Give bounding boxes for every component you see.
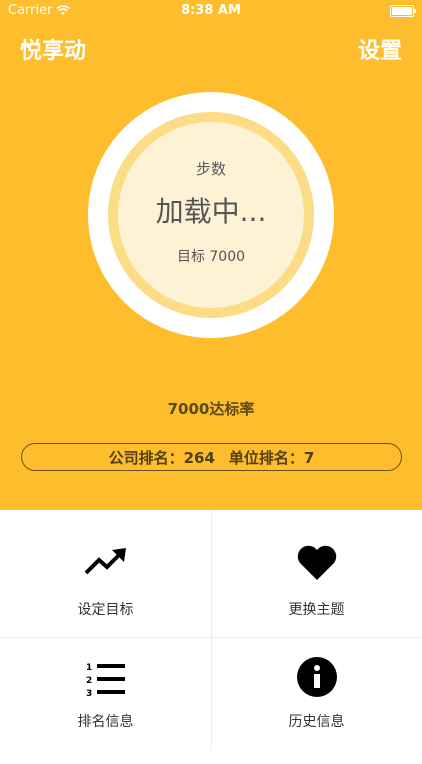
battery-icon (390, 5, 416, 17)
ranking-pill[interactable]: 公司排名：264 单位排名：7 (21, 443, 402, 471)
svg-text:3: 3 (86, 689, 92, 697)
steps-value: 加载中... (155, 195, 267, 228)
steps-label: 步数 (195, 160, 226, 178)
status-bar: Carrier 8:38 AM (0, 0, 422, 22)
set-goal-label: 设定目标 (77, 602, 134, 618)
change-theme-button[interactable]: 更换主题 (211, 510, 422, 637)
svg-text:2: 2 (86, 676, 92, 686)
header-panel: Carrier 8:38 AM 悦享动 设置 步数 加载中... 目标 7000… (0, 0, 422, 510)
status-time: 8:38 AM (181, 3, 241, 18)
unit-rank: 单位排名：7 (228, 448, 315, 467)
menu-grid: 设定目标 更换主题 1 2 3 排名信息 历史信息 (0, 510, 422, 750)
history-info-button[interactable]: 历史信息 (211, 637, 422, 764)
heart-icon (297, 545, 336, 580)
history-info-label: 历史信息 (288, 714, 345, 730)
rank-info-label: 排名信息 (77, 714, 134, 730)
goal-label: 目标 7000 (176, 249, 246, 265)
change-theme-label: 更换主题 (288, 602, 345, 618)
app-title: 悦享动 (20, 39, 87, 64)
settings-button[interactable]: 设置 (358, 33, 402, 65)
numbered-list-icon: 1 2 3 (86, 663, 125, 697)
set-goal-button[interactable]: 设定目标 (0, 510, 211, 637)
info-icon (296, 657, 337, 697)
company-rank: 公司排名：264 (108, 448, 215, 467)
svg-text:1: 1 (86, 663, 92, 673)
rank-info-button[interactable]: 1 2 3 排名信息 (0, 637, 211, 764)
trending-up-icon (84, 548, 126, 575)
achievement-rate-label: 7000达标率 (167, 400, 255, 418)
